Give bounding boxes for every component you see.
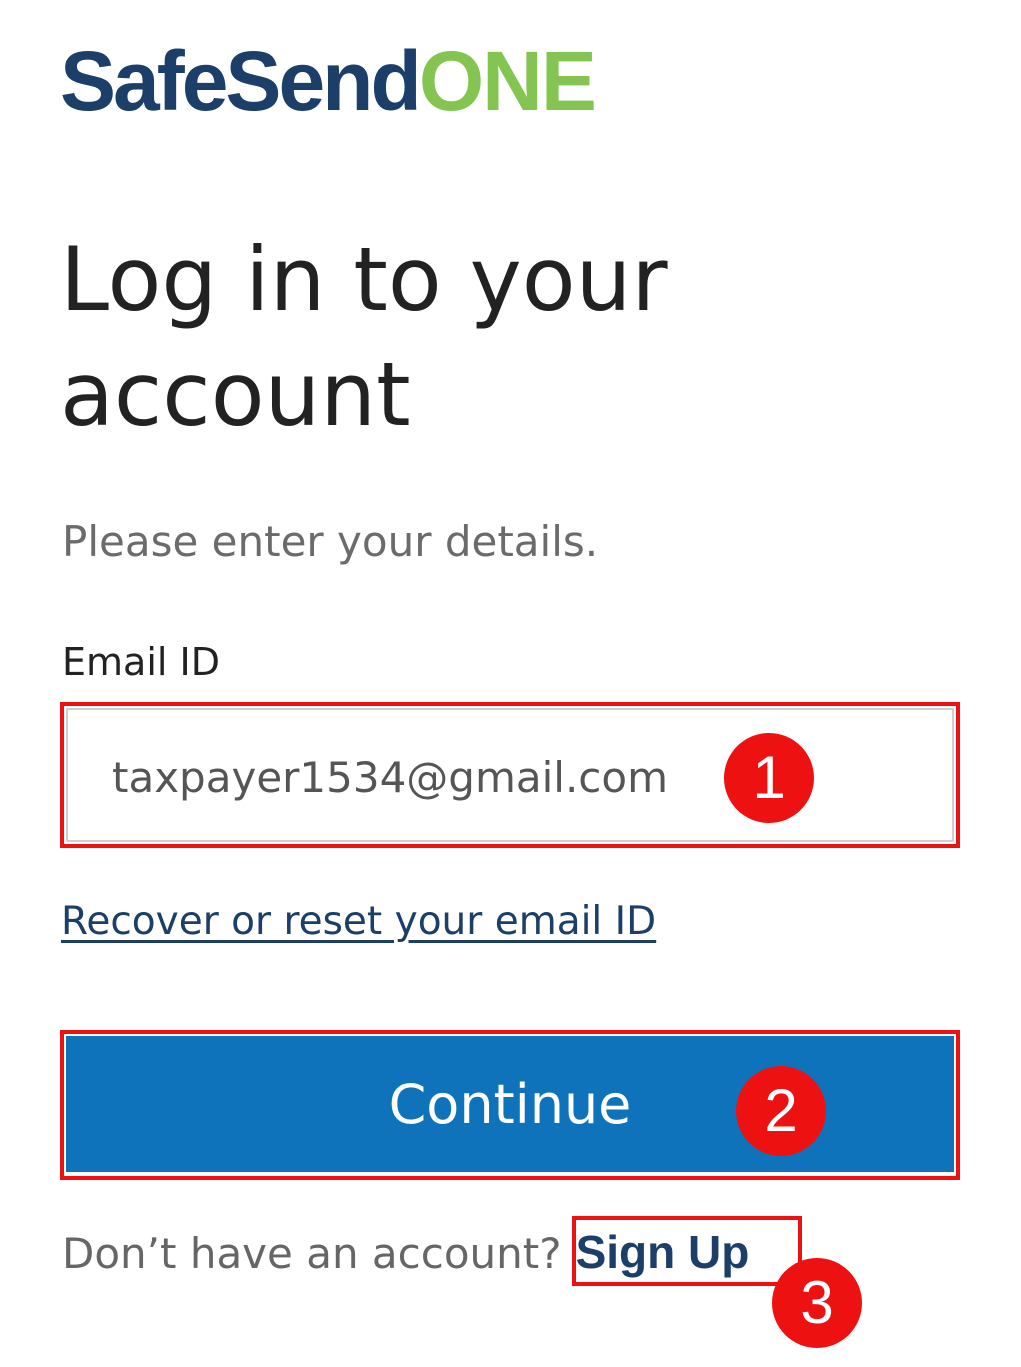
email-field-label: Email ID <box>62 640 220 684</box>
logo-suffix-text: ONE <box>418 34 597 128</box>
annotation-marker-1: 1 <box>724 733 814 823</box>
annotation-box-email <box>60 702 960 848</box>
annotation-marker-3: 3 <box>772 1258 862 1348</box>
signup-prompt: Don’t have an account? <box>62 1229 562 1278</box>
annotation-marker-2: 2 <box>736 1066 826 1156</box>
safesend-one-logo: SafeSend ONE <box>60 34 597 128</box>
page-title: Log in to your account <box>60 228 668 446</box>
recover-email-link[interactable]: Recover or reset your email ID <box>61 896 656 948</box>
page-subtitle: Please enter your details. <box>62 517 599 566</box>
logo-brand-text: SafeSend <box>60 34 422 128</box>
annotation-box-signup <box>572 1216 802 1286</box>
